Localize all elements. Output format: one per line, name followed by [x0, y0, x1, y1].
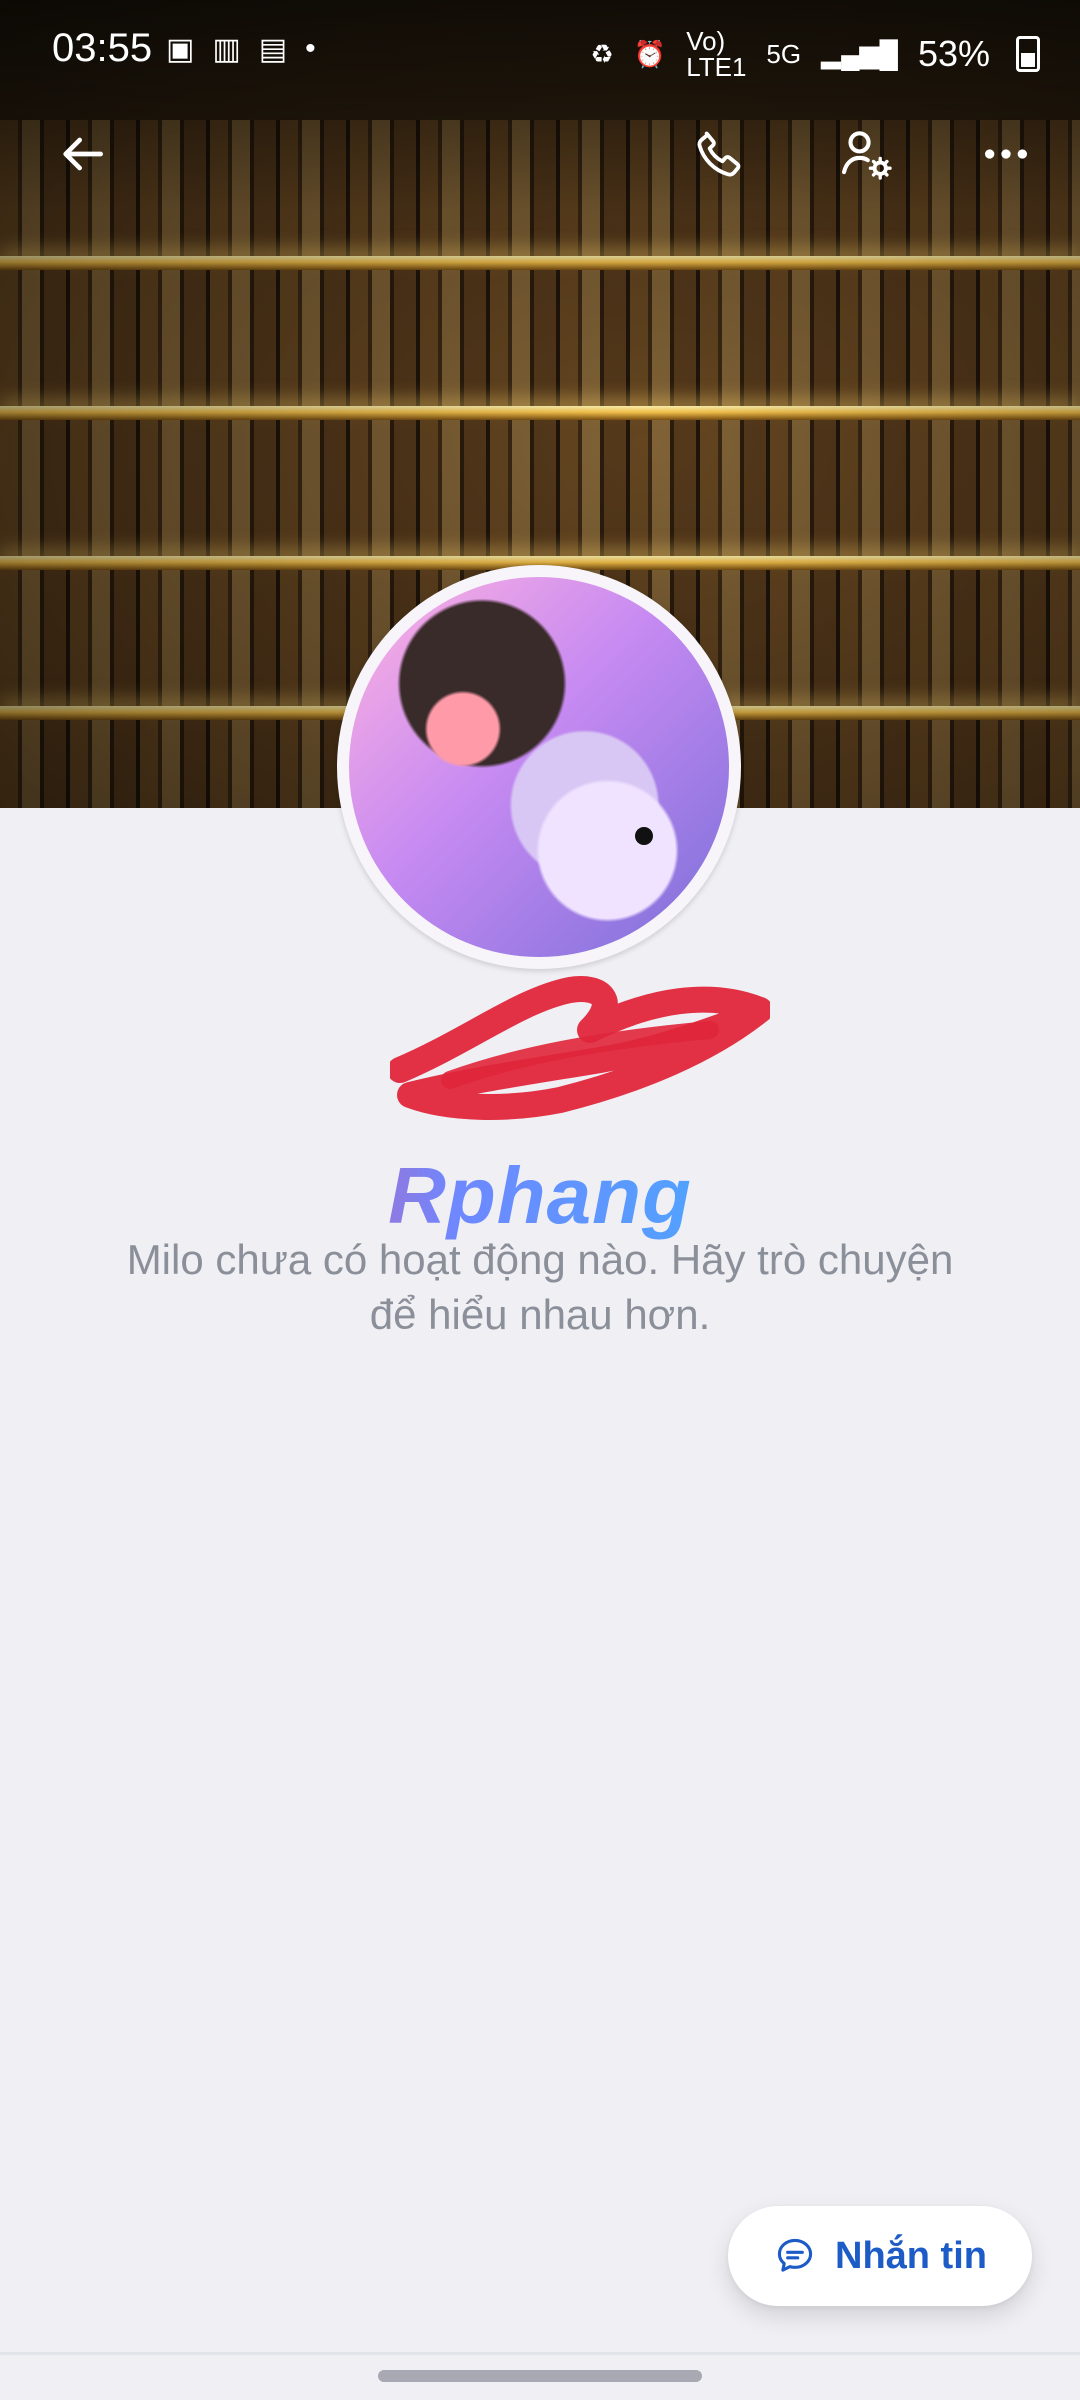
message-button[interactable]: Nhắn tin	[728, 2206, 1032, 2306]
user-gear-icon	[841, 131, 892, 180]
game-icon: ▤	[258, 33, 288, 66]
more-dots-icon	[985, 149, 1027, 159]
empty-state-text: Milo chưa có hoạt động nào. Hãy trò chuy…	[126, 1236, 954, 1338]
profile-settings-button[interactable]	[826, 114, 906, 194]
status-bar: 03:55 ▣ ▥ ▤ • ♻ ⏰ Vo) LTE1 5G ▂▄▆█ 53%	[0, 0, 1080, 100]
avatar[interactable]	[349, 577, 729, 957]
battery-percent: 53%	[917, 33, 990, 74]
plush-eye	[635, 827, 653, 845]
profile-top-nav	[0, 100, 1080, 210]
call-button[interactable]	[680, 114, 760, 194]
status-right: ♻ ⏰ Vo) LTE1 5G ▂▄▆█ 53%	[590, 26, 1040, 82]
avatar-frame[interactable]	[337, 565, 741, 969]
status-time: 03:55	[52, 26, 153, 70]
battery-saver-icon: ♻	[590, 39, 614, 69]
message-button-label: Nhắn tin	[835, 2234, 987, 2277]
notification-icons: ▣ ▥ ▤ •	[166, 32, 316, 67]
battery-icon	[1016, 36, 1040, 72]
bottom-divider	[0, 2352, 1080, 2355]
volte-label: Vo) LTE1	[686, 26, 747, 82]
alarm-icon: ⏰	[633, 39, 667, 69]
arrow-left-icon	[63, 137, 103, 171]
food-icon: ▥	[212, 33, 241, 66]
dot-icon: •	[305, 32, 316, 65]
watermark: Rphang	[0, 1150, 1080, 1242]
home-indicator[interactable]	[378, 2370, 702, 2382]
network-type: 5G	[766, 39, 802, 69]
more-options-button[interactable]	[966, 114, 1046, 194]
redacted-name-scribble	[390, 976, 770, 1120]
chat-bubble-icon	[777, 2238, 813, 2272]
phone-icon	[697, 131, 741, 177]
image-icon: ▣	[166, 33, 195, 66]
back-button[interactable]	[42, 114, 122, 194]
signal-icon: ▂▄▆█	[821, 39, 898, 69]
